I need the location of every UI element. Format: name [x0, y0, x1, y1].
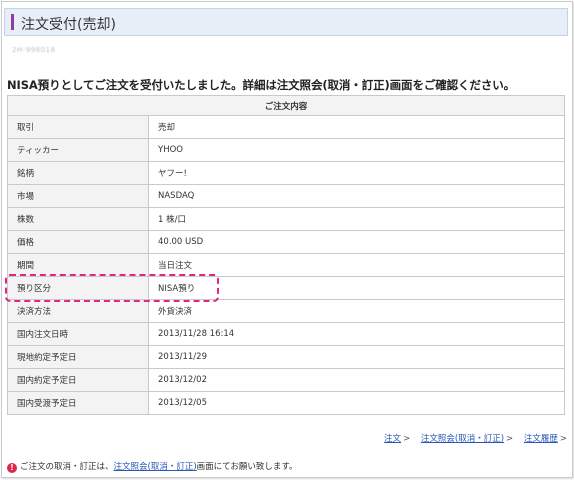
cancellation-note: ! ご注文の取消・訂正は、注文照会(取消・訂正)画面にてお願い致します。 — [7, 460, 298, 473]
table-row-local-execution-date: 現地約定予定日 2013/11/29 — [7, 345, 565, 369]
table-header-row: ご注文内容 — [7, 95, 565, 116]
row-value: ヤフー! — [148, 161, 565, 185]
table-row-ticker: ティッカー YHOO — [7, 138, 565, 162]
row-value: 1 株/口 — [148, 207, 565, 231]
row-label: 預り区分 — [7, 276, 149, 300]
confirmation-message: NISA預りとしてご注文を受付いたしました。詳細は注文照会(取消・訂正)画面をご… — [7, 78, 516, 92]
row-value: 外貨決済 — [148, 299, 565, 323]
page-title-bar: 注文受付(売却) — [4, 8, 568, 36]
row-value: 2013/11/28 16:14 — [148, 322, 565, 346]
note-suffix: 画面にてお願い致します。 — [196, 462, 298, 472]
order-number: 2H-998018 — [12, 46, 56, 54]
row-value: 売却 — [148, 115, 565, 139]
row-label: 銘柄 — [7, 161, 149, 185]
row-value: 2013/12/02 — [148, 368, 565, 392]
row-value: YHOO — [148, 138, 565, 162]
row-label: 株数 — [7, 207, 149, 231]
table-row-domestic-delivery-date: 国内受渡予定日 2013/12/05 — [7, 391, 565, 415]
table-row-market: 市場 NASDAQ — [7, 184, 565, 208]
table-row-domestic-execution-date: 国内約定予定日 2013/12/02 — [7, 368, 565, 392]
row-value: 2013/12/05 — [148, 391, 565, 415]
row-value: 当日注文 — [148, 253, 565, 277]
table-caption: ご注文内容 — [7, 95, 565, 116]
order-detail-table: ご注文内容 取引 売却 ティッカー YHOO 銘柄 ヤフー! 市場 NASDAQ… — [7, 95, 565, 415]
row-value: NISA預り — [148, 276, 565, 300]
row-label: 決済方法 — [7, 299, 149, 323]
table-row-custody-type: 預り区分 NISA預り — [7, 276, 565, 300]
row-label: ティッカー — [7, 138, 149, 162]
row-label: 国内約定予定日 — [7, 368, 149, 392]
table-row-settlement-method: 決済方法 外貨決済 — [7, 299, 565, 323]
chevron-right-icon: > — [506, 434, 514, 444]
order-link[interactable]: 注文 — [384, 434, 401, 444]
chevron-right-icon: > — [403, 434, 411, 444]
row-label: 国内注文日時 — [7, 322, 149, 346]
table-row-quantity: 株数 1 株/口 — [7, 207, 565, 231]
navigation-links: 注文 > 注文照会(取消・訂正) > 注文履歴 > — [384, 432, 567, 444]
table-row-domestic-order-datetime: 国内注文日時 2013/11/28 16:14 — [7, 322, 565, 346]
row-label: 国内受渡予定日 — [7, 391, 149, 415]
row-value: 40.00 USD — [148, 230, 565, 254]
chevron-right-icon: > — [559, 434, 567, 444]
table-row-security-name: 銘柄 ヤフー! — [7, 161, 565, 185]
row-label: 価格 — [7, 230, 149, 254]
order-inquiry-link[interactable]: 注文照会(取消・訂正) — [421, 434, 504, 444]
note-order-inquiry-link[interactable]: 注文照会(取消・訂正) — [114, 462, 197, 472]
row-label: 期間 — [7, 253, 149, 277]
table-row-price: 価格 40.00 USD — [7, 230, 565, 254]
exclamation-circle-icon: ! — [7, 463, 17, 473]
table-row-period: 期間 当日注文 — [7, 253, 565, 277]
row-label: 現地約定予定日 — [7, 345, 149, 369]
title-accent-bar — [11, 14, 14, 30]
order-history-link[interactable]: 注文履歴 — [524, 434, 558, 444]
order-confirmation-panel: 注文受付(売却) 2H-998018 NISA預りとしてご注文を受付いたしました… — [1, 1, 573, 478]
row-label: 市場 — [7, 184, 149, 208]
page-title: 注文受付(売却) — [21, 17, 116, 33]
row-value: 2013/11/29 — [148, 345, 565, 369]
row-value: NASDAQ — [148, 184, 565, 208]
note-prefix: ご注文の取消・訂正は、 — [20, 462, 114, 472]
table-row-trade: 取引 売却 — [7, 115, 565, 139]
row-label: 取引 — [7, 115, 149, 139]
